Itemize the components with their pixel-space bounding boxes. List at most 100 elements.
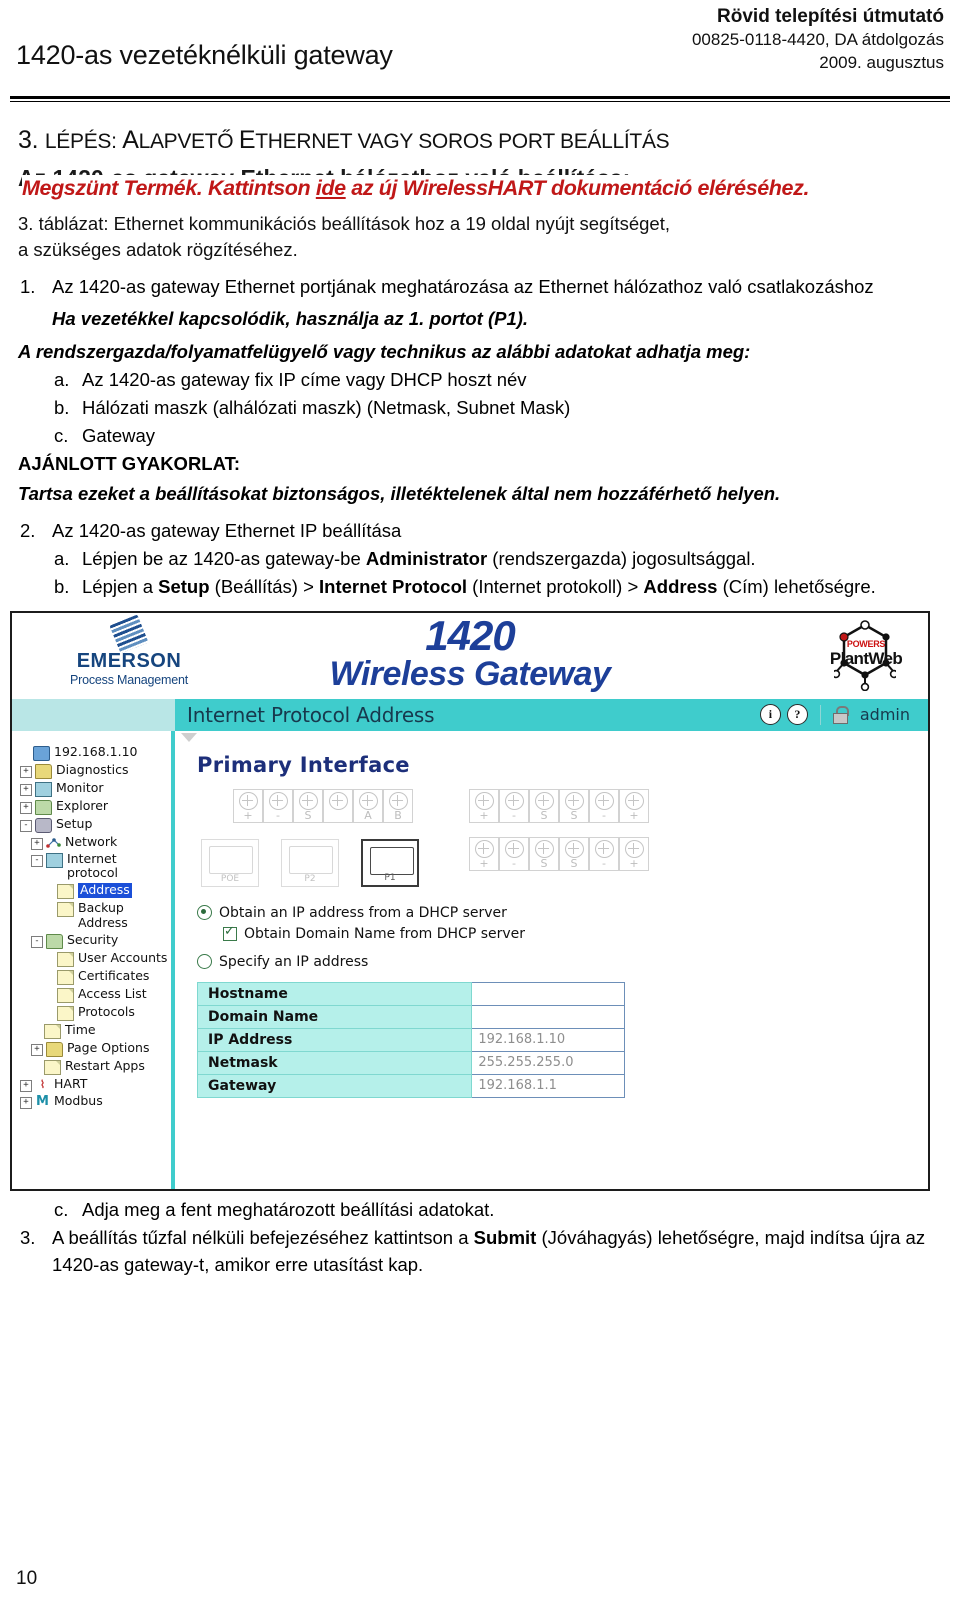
tree-item-explorer[interactable]: + Explorer [20, 798, 171, 815]
folder-icon [46, 1041, 63, 1057]
collapse-caret-icon[interactable] [181, 732, 197, 742]
terminal-screw-icon [268, 791, 288, 810]
collapse-icon[interactable]: - [20, 819, 32, 832]
field-input-hostname[interactable] [471, 981, 625, 1006]
terminal-label: - [602, 808, 606, 822]
terminal-+-5: + [619, 836, 649, 871]
list-text-3-pre: A beállítás tűzfal nélküli befejezéséhez… [52, 1227, 474, 1249]
tree-item-network[interactable]: + Network [20, 834, 171, 850]
connector-diagram: + - S A B + - S S - + + - S S - + POE P2 P1 [197, 788, 928, 905]
list-text-2b-post: (Cím) lehetőségre. [717, 575, 876, 597]
tree-item-user-accounts[interactable]: User Accounts [20, 949, 171, 967]
terminal-screw-icon [534, 791, 554, 810]
terminal-+-5: + [619, 788, 649, 823]
terminal-block-top-right: + - S S - + [469, 788, 649, 823]
document-icon [57, 902, 74, 918]
info-icon[interactable]: i [759, 704, 781, 726]
terminal-screw-icon [564, 839, 584, 858]
field-label-domain-name: Domain Name [196, 1004, 473, 1029]
app-nav-bar: Internet Protocol Address i ? admin [12, 698, 928, 731]
tree-item-backup-address[interactable]: Backup Address [20, 900, 171, 931]
tree-item-label: Backup Address [78, 900, 128, 930]
navigation-tree[interactable]: 192.168.1.10 + Diagnostics + Monitor + Explore… [12, 730, 175, 1189]
tree-item-modbus[interactable]: + M Modbus [20, 1093, 171, 1109]
app-page-title: Internet Protocol Address [187, 702, 435, 727]
tree-item-setup[interactable]: - Setup [20, 816, 171, 833]
radio-dhcp-label: Obtain an IP address from a DHCP server [219, 904, 507, 921]
radio-dhcp-icon[interactable] [197, 905, 212, 921]
terminal-label: - [512, 856, 516, 870]
tree-item-diagnostics[interactable]: + Diagnostics [20, 762, 171, 779]
field-input-domain-name[interactable] [471, 1004, 625, 1029]
ethernet-port-p2[interactable]: P2 [281, 838, 339, 887]
terminal---4: - [589, 836, 619, 871]
terminal-screw-icon [238, 791, 258, 810]
tree-item-label: Certificates [78, 967, 150, 983]
expand-icon[interactable]: + [31, 1043, 43, 1056]
expand-icon[interactable]: + [20, 1096, 32, 1109]
terminal-label: S [540, 856, 548, 870]
specify-ip-radio-row[interactable]: Specify an IP address [197, 954, 928, 970]
field-label-hostname: Hostname [196, 981, 473, 1006]
expand-icon[interactable]: + [20, 1079, 32, 1092]
tree-item-certificates[interactable]: Certificates [20, 967, 171, 985]
expand-icon[interactable]: + [31, 837, 43, 850]
page-content: 3. LÉPÉS: ALAPVETŐ ETHERNET VAGY SOROS P… [0, 126, 960, 601]
tree-item-time[interactable]: Time [20, 1022, 171, 1039]
app-brand-bar: EMERSON Process Management 1420 Wireless… [12, 611, 928, 699]
tree-item-label: Security [67, 931, 119, 947]
terminal-label: S [304, 808, 312, 822]
tree-item-page-options[interactable]: + Page Options [20, 1040, 171, 1057]
app-title-number: 1420 [425, 611, 515, 659]
list-marker-2: 2. [20, 520, 36, 542]
field-input-netmask[interactable]: 255.255.255.0 [471, 1050, 625, 1075]
step-heading-rest: THERNET VAGY SOROS PORT BEÁLLÍTÁS [255, 130, 670, 153]
admin-data-note: A rendszergazda/folyamatfelügyelő vagy t… [18, 341, 751, 363]
ethernet-port-poe[interactable]: POE [201, 838, 259, 887]
checkbox-domain-label: Obtain Domain Name from DHCP server [244, 925, 526, 942]
tree-item-address[interactable]: Address [20, 882, 171, 900]
submit-keyword: Submit [473, 1227, 537, 1249]
expand-icon[interactable]: + [20, 801, 32, 814]
dhcp-radio-row[interactable]: Obtain an IP address from a DHCP server [197, 905, 928, 921]
discontinued-product-banner[interactable]: Megszünt Termék. Kattintson ide az új Wi… [22, 175, 809, 203]
settings-form-pane: Primary Interface + - S A B + - S S - + + - S S - + P… [175, 730, 928, 1189]
tree-item-internet-protocol[interactable]: - Internet protocol [20, 851, 171, 882]
radio-specify-icon[interactable] [197, 954, 212, 970]
rj45-jack-icon [209, 845, 253, 874]
field-input-ip-address[interactable]: 192.168.1.10 [471, 1027, 625, 1052]
terminal-screw-icon [624, 839, 644, 858]
terminal-S-2: S [529, 788, 559, 823]
list-text-2c: Adja meg a fent meghatározott beállítási… [82, 1198, 495, 1220]
ethernet-port-p1[interactable]: P1 [361, 838, 419, 887]
field-input-gateway[interactable]: 192.168.1.1 [471, 1073, 625, 1098]
tree-item-restart-apps[interactable]: Restart Apps [20, 1058, 171, 1075]
terminal-label [336, 810, 340, 822]
terminal-screw-icon [564, 791, 584, 810]
tree-item-monitor[interactable]: + Monitor [20, 780, 171, 797]
terminal-screw-icon [594, 791, 614, 810]
terminal-screw-icon [474, 839, 494, 858]
tree-item-192-168-1-10[interactable]: 192.168.1.10 [20, 744, 171, 761]
lock-icon[interactable] [832, 705, 849, 724]
table-reference-line2: a szükséges adatok rögzítéséhez. [18, 239, 298, 261]
domain-name-checkbox-row[interactable]: Obtain Domain Name from DHCP server [223, 924, 928, 942]
tree-item-access-list[interactable]: Access List [20, 986, 171, 1003]
expand-icon[interactable]: + [20, 765, 32, 778]
tree-item-protocols[interactable]: Protocols [20, 1004, 171, 1021]
banner-link[interactable]: ide [316, 176, 346, 200]
collapse-icon[interactable]: - [31, 854, 43, 867]
tree-item-label: User Accounts [78, 949, 168, 965]
step-heading-a: A [122, 126, 139, 154]
port-label: P2 [304, 873, 316, 884]
tree-item-security[interactable]: - Security [20, 931, 171, 949]
terminal-screw-icon [594, 839, 614, 858]
tree-item-hart[interactable]: + ⌇ HART [20, 1076, 171, 1092]
checkbox-domain-icon[interactable] [223, 924, 237, 941]
help-icon[interactable]: ? [786, 704, 808, 726]
collapse-icon[interactable]: - [31, 935, 43, 948]
expand-icon[interactable]: + [20, 783, 32, 796]
list-text-2a-pre: Lépjen be az 1420-as gateway-be [82, 548, 366, 570]
